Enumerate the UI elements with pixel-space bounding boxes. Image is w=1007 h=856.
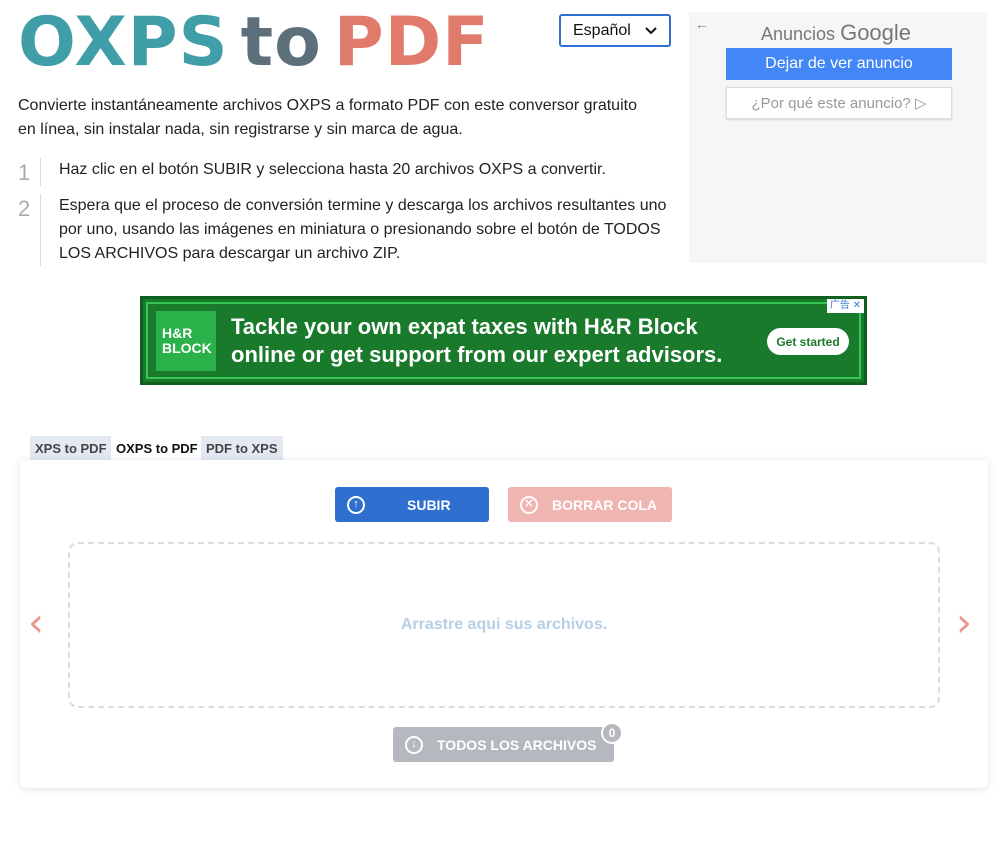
why-this-ad-button[interactable]: ¿Por qué este anuncio? ▷ [726, 87, 952, 119]
chevron-left-icon[interactable]: ‹ [28, 600, 44, 646]
language-select[interactable]: Español [559, 14, 671, 47]
ad-tag-label: 广告 [829, 300, 850, 311]
logo-part-to: to [240, 3, 322, 82]
drop-zone-text: Arrastre aqui sus archivos. [400, 616, 608, 633]
arrow-up-icon: ↑ [347, 495, 365, 514]
upload-label: SUBIR [407, 496, 451, 513]
tab-pdf-to-xps[interactable]: PDF to XPS [201, 436, 283, 460]
clear-queue-label: BORRAR COLA [552, 496, 657, 513]
step-item: 1 Haz clic en el botón SUBIR y seleccion… [18, 158, 678, 186]
step-text: Haz clic en el botón SUBIR y selecciona … [58, 161, 606, 178]
ad-header: Anuncios Google [761, 20, 911, 46]
tab-oxps-to-pdf[interactable]: OXPS to PDF [111, 436, 203, 460]
ad-choices-tag[interactable]: 广告 ✕ [826, 299, 864, 313]
download-all-button[interactable]: ↓ TODOS LOS ARCHIVOS [393, 727, 614, 762]
ad-header-prefix: Anuncios [761, 24, 836, 44]
brand-line-2: BLOCK [162, 340, 212, 356]
step-number: 2 [18, 194, 41, 266]
back-arrow-icon[interactable]: ← [695, 16, 709, 32]
logo-part-oxps: OXPS [18, 3, 229, 82]
get-started-button[interactable]: Get started [767, 328, 849, 355]
chevron-down-icon [645, 22, 657, 40]
arrow-down-icon: ↓ [405, 735, 423, 754]
banner-headline-line-1: Tackle your own expat taxes with H&R Blo… [231, 314, 698, 339]
step-text: Espera que el proceso de conversión term… [58, 197, 667, 262]
stop-seeing-ad-button[interactable]: Dejar de ver anuncio [726, 48, 952, 80]
intro-text: Convierte instantáneamente archivos OXPS… [18, 97, 637, 138]
logo-part-pdf: PDF [333, 3, 490, 82]
step-number: 1 [18, 158, 41, 186]
banner-headline-line-2: online or get support from our expert ad… [231, 342, 723, 367]
site-logo[interactable]: OXPS to PDF [18, 8, 490, 78]
converter-panel: ↑ SUBIR ✕ BORRAR COLA ‹ Arrastre aqui su… [20, 460, 988, 788]
steps-list: 1 Haz clic en el botón SUBIR y seleccion… [18, 158, 678, 274]
google-logo-text: Google [840, 20, 912, 45]
file-count-badge: 0 [601, 722, 623, 744]
hr-block-banner-ad[interactable]: H&R BLOCK Tackle your own expat taxes wi… [140, 296, 867, 385]
hr-block-logo: H&R BLOCK [156, 311, 216, 371]
clear-queue-button[interactable]: ✕ BORRAR COLA [508, 487, 672, 522]
close-circle-icon: ✕ [520, 495, 538, 514]
chevron-right-icon[interactable]: › [956, 600, 972, 646]
google-ad-panel: ← Anuncios Google Dejar de ver anuncio ¿… [689, 12, 987, 263]
step-item: 2 Espera que el proceso de conversión te… [18, 194, 678, 266]
close-icon[interactable]: ✕ [853, 300, 861, 311]
brand-line-1: H&R [162, 325, 193, 341]
banner-headline: Tackle your own expat taxes with H&R Blo… [231, 313, 722, 369]
tab-xps-to-pdf[interactable]: XPS to PDF [30, 436, 112, 460]
download-all-label: TODOS LOS ARCHIVOS [437, 736, 597, 753]
upload-button[interactable]: ↑ SUBIR [335, 487, 489, 522]
language-selected-value: Español [573, 21, 631, 39]
drop-zone[interactable]: Arrastre aqui sus archivos. [68, 542, 940, 708]
